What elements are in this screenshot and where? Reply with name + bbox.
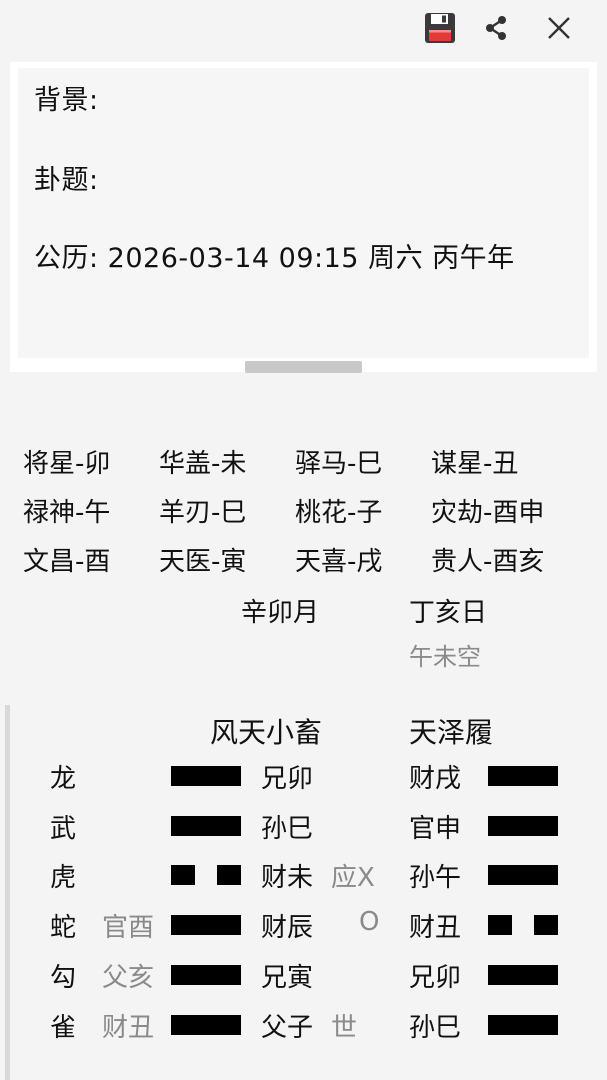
- main-yao-relation: 财未: [261, 863, 314, 893]
- main-yao-line-yang: [171, 766, 241, 786]
- hidden-spirit: 官酉: [102, 913, 155, 943]
- changed-hexagram-name: 天泽履: [409, 716, 494, 749]
- month-pillar: 辛卯月: [241, 598, 320, 628]
- main-hexagram-name: 风天小畜: [210, 716, 323, 749]
- shensha-item: 桃花-子: [295, 498, 383, 528]
- six-god: 蛇: [50, 913, 77, 943]
- changed-yao-relation: 孙巳: [409, 1013, 462, 1043]
- six-god: 虎: [50, 863, 77, 893]
- void-branches: 午未空: [409, 643, 481, 671]
- changed-yao-line-yang: [488, 1015, 558, 1035]
- close-icon[interactable]: [539, 8, 579, 48]
- calendar-line: 公历: 2026-03-14 09:15 周六 丙午年: [34, 243, 515, 274]
- share-icon[interactable]: [476, 8, 516, 48]
- shensha-item: 灾劫-酉申: [431, 498, 545, 528]
- section-divider: [5, 705, 10, 1080]
- background-label: 背景:: [34, 85, 99, 116]
- shensha-item: 驿马-巳: [295, 449, 383, 479]
- shensha-item: 文昌-酉: [23, 547, 111, 577]
- six-god: 勾: [50, 963, 77, 993]
- drag-handle[interactable]: [245, 361, 362, 373]
- main-yao-line-yang: [171, 816, 241, 836]
- changed-yao-relation: 财丑: [409, 913, 462, 943]
- changed-yao-line-yang: [488, 766, 558, 786]
- main-yao-relation: 兄寅: [261, 963, 314, 993]
- hidden-spirit: 父亥: [102, 963, 155, 993]
- info-card: 背景: 卦题: 公历: 2026-03-14 09:15 周六 丙午年: [10, 62, 597, 372]
- main-yao-line-yang: [171, 965, 241, 985]
- save-icon[interactable]: [420, 8, 460, 48]
- shensha-item: 羊刃-巳: [159, 498, 247, 528]
- main-yao-relation: 财辰: [261, 913, 314, 943]
- changed-yao-relation: 兄卯: [409, 963, 462, 993]
- changed-yao-line-yang: [488, 965, 558, 985]
- main-yao-relation: 父子: [261, 1013, 314, 1043]
- shensha-item: 天喜-戌: [295, 547, 383, 577]
- changed-yao-line-yang: [488, 816, 558, 836]
- shensha-item: 华盖-未: [159, 449, 247, 479]
- shensha-item: 将星-卯: [23, 449, 111, 479]
- yao-marker: 应X: [331, 863, 375, 893]
- toolbar: [0, 0, 607, 60]
- main-yao-relation: 孙巳: [261, 814, 314, 844]
- main-yao-line-yin: [171, 865, 241, 885]
- hidden-spirit: 财丑: [102, 1013, 155, 1043]
- shensha-item: 贵人-酉亥: [431, 547, 545, 577]
- changed-yao-line-yang: [488, 865, 558, 885]
- shensha-item: 禄神-午: [23, 498, 111, 528]
- main-yao-relation: 兄卯: [261, 764, 314, 794]
- six-god: 雀: [50, 1013, 77, 1043]
- shensha-item: 谋星-丑: [431, 449, 519, 479]
- six-god: 武: [50, 814, 77, 844]
- main-yao-line-yang: [171, 915, 241, 935]
- shensha-item: 天医-寅: [159, 547, 247, 577]
- topic-label: 卦题:: [34, 165, 99, 196]
- changed-yao-relation: 官申: [409, 814, 462, 844]
- six-god: 龙: [50, 764, 77, 794]
- yao-marker: O: [359, 907, 380, 937]
- changed-yao-relation: 财戌: [409, 764, 462, 794]
- info-card-content[interactable]: 背景: 卦题: 公历: 2026-03-14 09:15 周六 丙午年: [18, 68, 589, 358]
- day-pillar: 丁亥日: [409, 598, 488, 628]
- changed-yao-line-yin: [488, 915, 558, 935]
- yao-marker: 世: [331, 1013, 358, 1043]
- main-yao-line-yang: [171, 1015, 241, 1035]
- changed-yao-relation: 孙午: [409, 863, 462, 893]
